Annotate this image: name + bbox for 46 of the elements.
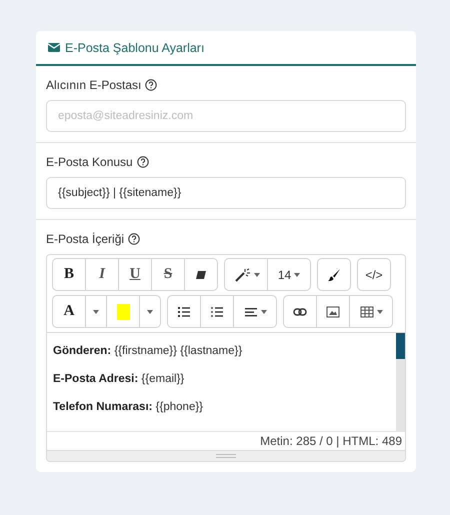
list-ol-button[interactable] — [200, 295, 234, 328]
caret-icon — [376, 310, 382, 314]
align-button[interactable] — [233, 295, 277, 328]
list-ul-button[interactable] — [167, 295, 201, 328]
image-icon — [326, 304, 340, 318]
strikethrough-button[interactable]: S — [151, 258, 185, 291]
table-icon — [360, 304, 374, 318]
bold-button[interactable]: B — [52, 258, 86, 291]
font-size-button[interactable]: 14 — [267, 258, 311, 291]
code-view-button[interactable]: </> — [357, 258, 391, 291]
help-icon[interactable] — [145, 79, 158, 91]
image-button[interactable] — [316, 295, 350, 328]
editor-paragraph: E-Posta Adresi: {{email}} — [53, 373, 186, 385]
editor-paragraph: Telefon Numarası: {{phone}} — [53, 401, 204, 413]
field-label: E-Posta İçeriği — [46, 232, 124, 246]
brush-button[interactable] — [317, 258, 351, 291]
bullet-list-icon — [177, 304, 191, 318]
caret-icon — [254, 272, 260, 276]
underline-button[interactable]: U — [118, 258, 152, 291]
help-icon[interactable] — [136, 156, 149, 168]
envelope-icon — [48, 43, 60, 52]
eraser-button[interactable] — [184, 258, 218, 291]
link-button[interactable] — [283, 295, 317, 328]
magic-button[interactable] — [224, 258, 268, 291]
caret-icon — [294, 272, 300, 276]
caret-icon — [260, 310, 266, 314]
caret-icon — [93, 310, 99, 314]
card-title: E-Posta Şablonu Ayarları — [65, 40, 204, 54]
magic-wand-icon — [232, 268, 250, 282]
input-field[interactable]: {{subject}} | {{sitename}} — [46, 177, 406, 209]
table-button[interactable] — [349, 295, 393, 328]
numbered-list-icon — [210, 304, 224, 318]
grip-icon — [216, 454, 236, 458]
editor-paragraph: Gönderen: {{firstname}} {{lastname}} — [53, 345, 244, 357]
field-label: E-Posta Konusu — [46, 155, 133, 169]
help-icon[interactable] — [128, 233, 140, 245]
italic-button[interactable]: I — [85, 258, 119, 291]
resize-handle[interactable] — [47, 450, 405, 461]
brush-icon — [327, 268, 341, 282]
caret-icon — [147, 310, 153, 314]
input-field[interactable]: eposta@siteadresiniz.com — [46, 100, 406, 132]
field-label: Alıcının E-Postası — [46, 78, 142, 92]
highlight-color-button[interactable] — [106, 295, 140, 328]
font-color-button[interactable]: A — [52, 295, 86, 328]
color-swatch — [116, 304, 130, 320]
scrollbar[interactable] — [396, 333, 405, 431]
